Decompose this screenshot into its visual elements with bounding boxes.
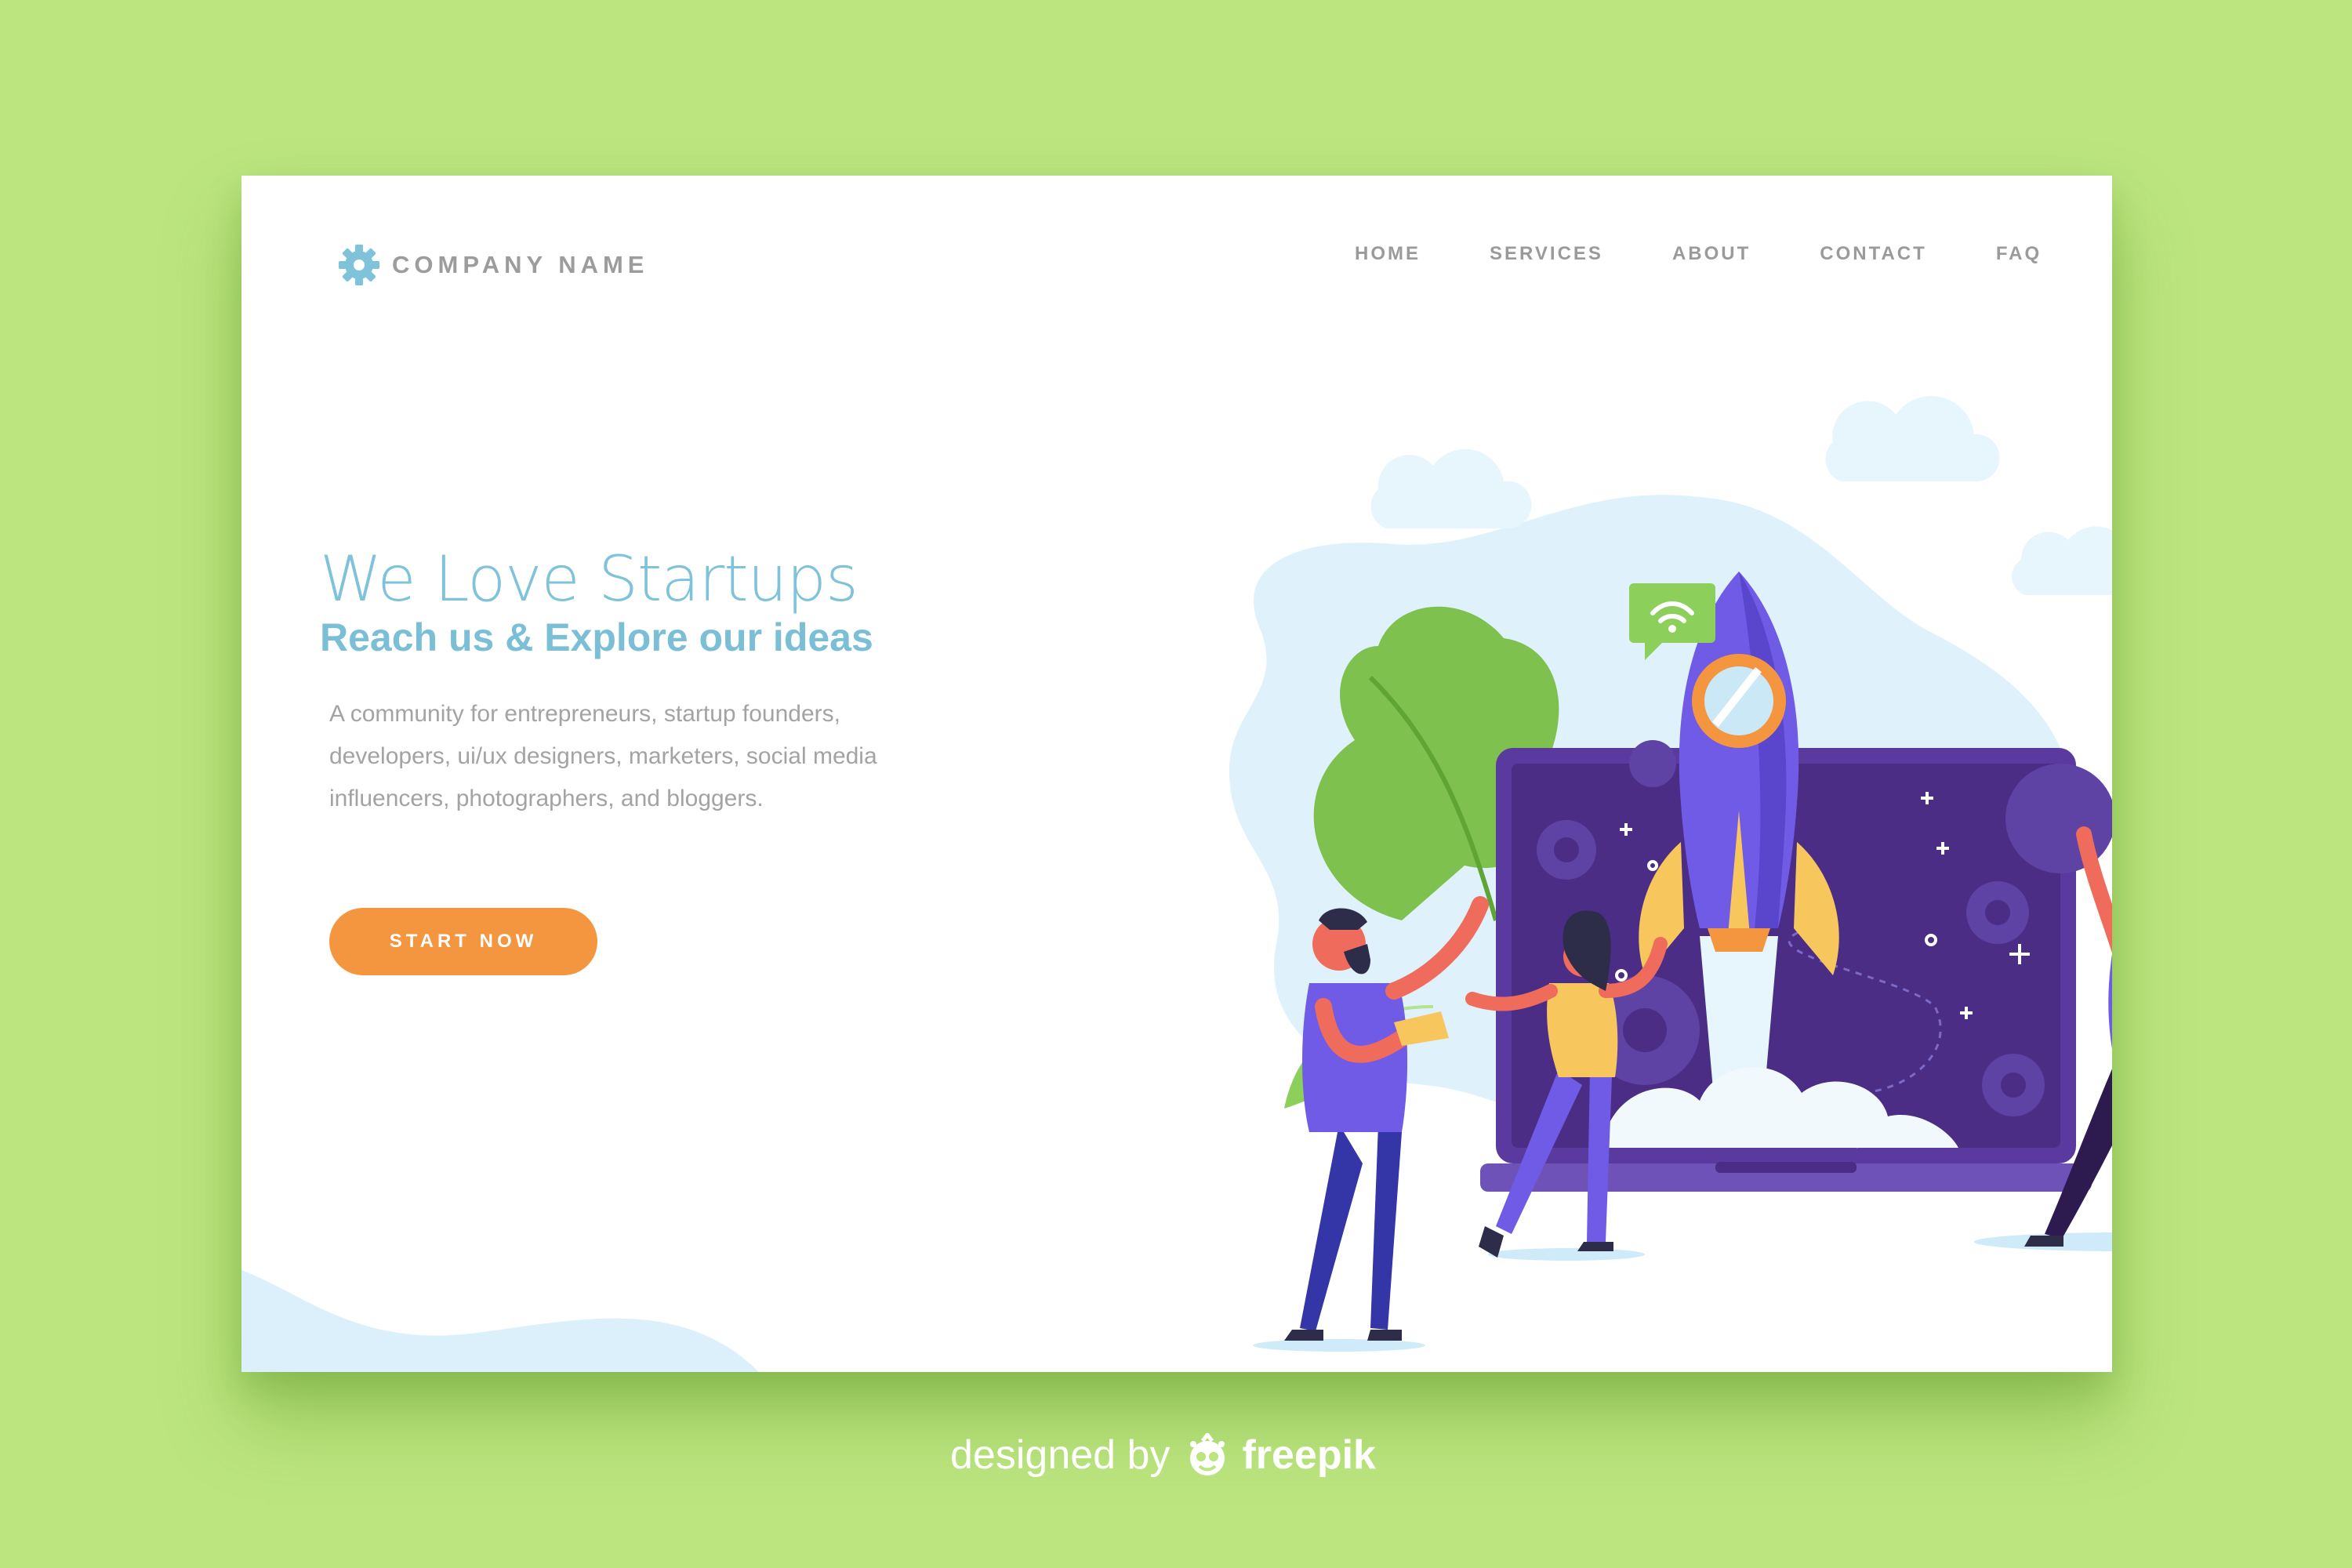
hero-title: We Love Startups [320, 543, 858, 615]
brand-logo[interactable]: COMPANY NAME [336, 241, 648, 289]
startup-illustration [1229, 396, 2112, 1352]
footer-credit[interactable]: designed by freepik [950, 1432, 1376, 1479]
credit-prefix: designed by [950, 1432, 1171, 1478]
landing-card: COMPANY NAME HOME SERVICES ABOUT CONTACT… [241, 176, 2112, 1372]
freepik-logo-icon [1190, 1433, 1225, 1475]
nav-home[interactable]: HOME [1355, 243, 1421, 265]
start-now-button[interactable]: START NOW [329, 908, 597, 975]
main-nav: HOME SERVICES ABOUT CONTACT FAQ [1355, 243, 2042, 265]
hero-subtitle: Reach us & Explore our ideas [320, 615, 873, 659]
brand-name: COMPANY NAME [392, 251, 649, 278]
credit-brand: freepik [1242, 1432, 1376, 1478]
nav-services[interactable]: SERVICES [1490, 243, 1603, 265]
gear-icon [339, 245, 379, 285]
nav-contact[interactable]: CONTACT [1820, 243, 1927, 265]
corner-blob-decoration [241, 1270, 759, 1372]
hero-description: A community for entrepreneurs, startup f… [329, 701, 877, 811]
nav-faq[interactable]: FAQ [1996, 243, 2042, 265]
nav-about[interactable]: ABOUT [1672, 243, 1751, 265]
